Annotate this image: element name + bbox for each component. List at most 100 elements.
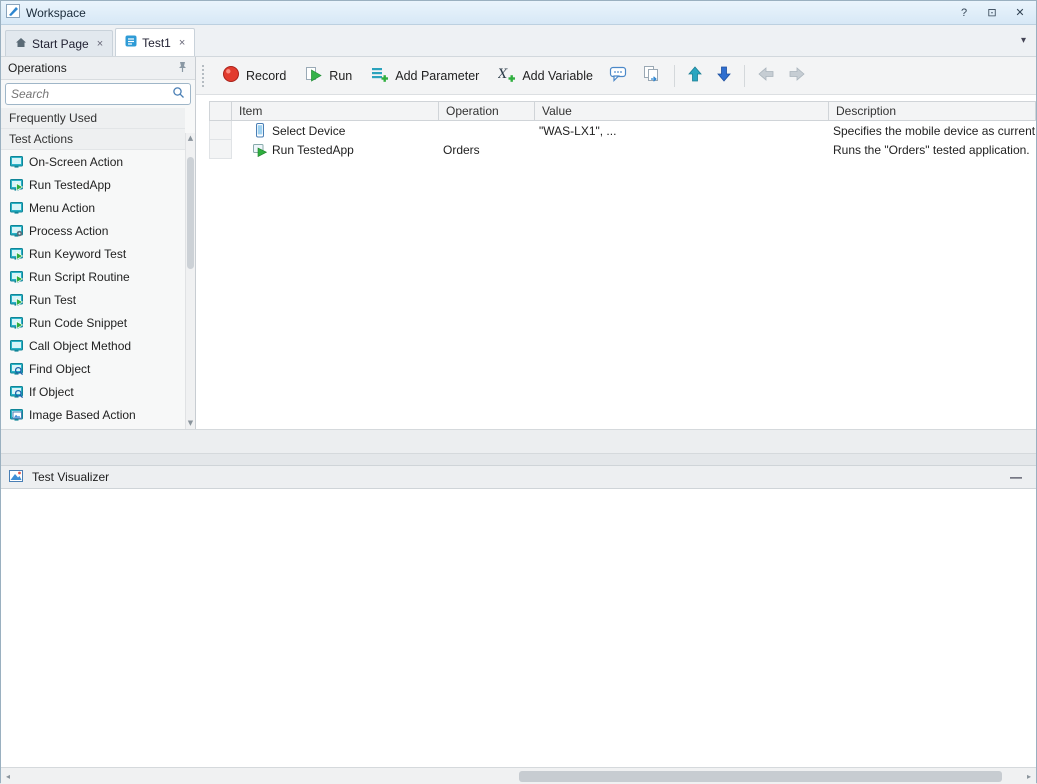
gutter-header <box>209 101 232 121</box>
operations-title: Operations <box>8 61 67 75</box>
operation-item[interactable]: On-Screen Action <box>1 150 185 173</box>
operations-group-header[interactable]: Test Actions <box>1 129 185 150</box>
toolbar-grip[interactable] <box>202 65 206 87</box>
scrollbar-thumb[interactable] <box>519 771 1002 782</box>
gutter-cell <box>209 121 232 140</box>
tab-start-page[interactable]: Start Page × <box>5 30 113 56</box>
back-button[interactable] <box>752 62 780 89</box>
operation-label: Run Code Snippet <box>29 316 127 330</box>
horizontal-scrollbar[interactable]: ◂ ▸ <box>1 767 1036 784</box>
window-title: Workspace <box>26 6 86 20</box>
operation-item[interactable]: Run Keyword Test <box>1 242 185 265</box>
gutter-cell <box>209 140 232 159</box>
runapp-icon <box>252 142 268 157</box>
operation-label: Call Object Method <box>29 339 131 353</box>
operation-label: Image Based Action <box>29 408 136 422</box>
column-header-item[interactable]: Item <box>232 101 439 121</box>
help-button[interactable]: ? <box>953 4 975 22</box>
run-button[interactable]: Run <box>297 61 360 90</box>
grid-row-cells: Run TestedAppOrders Runs the "Orders" tes… <box>232 140 1036 159</box>
record-button[interactable]: Record <box>214 61 294 90</box>
scroll-up-icon[interactable]: ▲ <box>186 133 195 144</box>
grid-row[interactable]: Run TestedAppOrders Runs the "Orders" tes… <box>209 140 1036 159</box>
run-label: Run <box>329 69 352 83</box>
operations-panel: Operations Frequently UsedTest ActionsOn… <box>1 57 196 429</box>
operation-item[interactable]: Process Action <box>1 219 185 242</box>
scroll-down-icon[interactable]: ▼ <box>186 418 195 429</box>
operation-item[interactable]: Call Object Method <box>1 334 185 357</box>
tab-close-icon[interactable]: × <box>179 37 185 49</box>
screen-icon <box>9 202 23 214</box>
visualizer-icon <box>9 469 25 486</box>
pin-icon[interactable] <box>177 61 188 76</box>
operation-label: Run TestedApp <box>29 178 111 192</box>
grid-row[interactable]: Select Device"WAS-LX1", ...Specifies the… <box>209 121 1036 140</box>
operation-item[interactable]: Find Object <box>1 357 185 380</box>
find-icon <box>9 363 23 375</box>
comment-bubble-icon <box>609 65 629 86</box>
operations-group-header[interactable]: Frequently Used <box>1 108 185 129</box>
add-variable-button[interactable]: X Add Variable <box>490 61 601 90</box>
sidebar-scrollbar-thumb[interactable] <box>187 157 194 269</box>
add-variable-label: Add Variable <box>522 69 593 83</box>
screen-icon <box>9 340 23 352</box>
tab-close-icon[interactable]: × <box>97 38 103 50</box>
operation-cell: Orders <box>439 143 535 157</box>
column-header-operation[interactable]: Operation <box>439 101 535 121</box>
operation-item[interactable]: Menu Action <box>1 196 185 219</box>
toolbar: Record Run Add Parameter X Add Variable <box>196 57 1036 95</box>
operation-item[interactable]: If Object <box>1 380 185 403</box>
tab-label: Start Page <box>32 37 89 51</box>
forward-button[interactable] <box>783 62 811 89</box>
comment-button[interactable] <box>604 61 634 90</box>
test-visualizer-header: Test Visualizer — <box>1 465 1036 489</box>
add-variable-icon: X <box>498 65 516 86</box>
move-down-button[interactable] <box>711 61 737 90</box>
operation-label: Process Action <box>29 224 108 238</box>
run-icon <box>9 179 23 191</box>
add-parameter-button[interactable]: Add Parameter <box>363 61 487 90</box>
keyword-test-grid: ItemOperationValueDescription Select Dev… <box>196 95 1036 429</box>
svg-text:X: X <box>498 67 508 82</box>
close-button[interactable]: ✕ <box>1009 4 1031 22</box>
select-device-icon <box>252 123 268 138</box>
gear-icon <box>9 225 23 237</box>
description-cell: Specifies the mobile device as current f <box>829 124 1036 138</box>
visualizer-minimize-button[interactable]: — <box>1004 470 1028 484</box>
item-cell: Run TestedApp <box>232 142 439 157</box>
document-tab-bar: Start Page×Test1× ▾ <box>1 25 1036 57</box>
grid-body: Select Device"WAS-LX1", ...Specifies the… <box>209 121 1036 159</box>
description-cell: Runs the "Orders" tested application. <box>829 143 1036 157</box>
operation-label: Run Test <box>29 293 76 307</box>
operation-label: Find Object <box>29 362 90 376</box>
operation-item[interactable]: Image Based Action <box>1 403 185 426</box>
splitter[interactable] <box>1 453 1036 465</box>
maximize-button[interactable]: ⊡ <box>981 4 1003 22</box>
find-icon <box>9 386 23 398</box>
operation-item[interactable]: Run Code Snippet <box>1 311 185 334</box>
editor-panel-tabs <box>1 429 1036 453</box>
search-input[interactable] <box>11 87 168 101</box>
tab-test1[interactable]: Test1× <box>115 28 195 56</box>
operation-item[interactable]: Run Script Routine <box>1 265 185 288</box>
search-icon[interactable] <box>172 86 185 102</box>
search-box[interactable] <box>5 83 191 105</box>
image-icon <box>9 409 23 421</box>
scroll-left-icon[interactable]: ◂ <box>1 772 15 781</box>
tab-list-dropdown-icon[interactable]: ▾ <box>1021 35 1026 46</box>
operation-item[interactable]: Run TestedApp <box>1 173 185 196</box>
scrollbar-track[interactable] <box>15 770 1022 783</box>
copy-step-button[interactable] <box>637 61 667 90</box>
screen-icon <box>9 156 23 168</box>
move-up-button[interactable] <box>682 61 708 90</box>
keyword-test-icon <box>125 35 137 50</box>
sidebar-scrollbar[interactable]: ▲ ▼ <box>185 133 195 429</box>
column-header-description[interactable]: Description <box>829 101 1036 121</box>
scroll-right-icon[interactable]: ▸ <box>1022 772 1036 781</box>
operation-item[interactable]: Run Test <box>1 288 185 311</box>
home-icon <box>15 37 27 51</box>
workspace-body: Operations Frequently UsedTest ActionsOn… <box>1 57 1036 429</box>
column-header-value[interactable]: Value <box>535 101 829 121</box>
operation-label: Menu Action <box>29 201 95 215</box>
record-icon <box>222 65 240 86</box>
